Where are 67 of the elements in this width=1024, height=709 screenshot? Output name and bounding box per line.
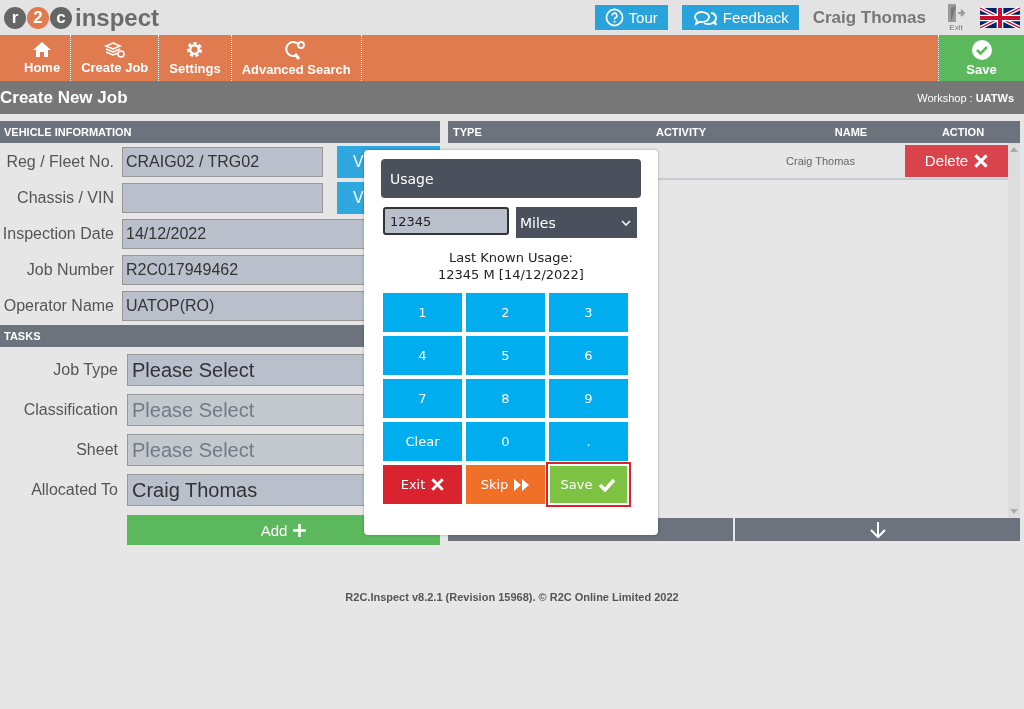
down-arrow-icon bbox=[867, 520, 888, 539]
field-label: Job Type bbox=[52, 361, 118, 379]
close-icon bbox=[974, 153, 989, 168]
field-label: Chassis / VIN bbox=[16, 189, 114, 207]
scrollbar[interactable] bbox=[1008, 143, 1020, 518]
exit-door-icon[interactable] bbox=[946, 3, 966, 23]
unit-select[interactable]: Miles bbox=[516, 207, 637, 238]
keypad-key[interactable]: . bbox=[549, 422, 628, 461]
gear-icon bbox=[185, 40, 205, 59]
keypad-key[interactable]: 8 bbox=[466, 379, 545, 418]
table-cell: Craig Thomas bbox=[786, 154, 855, 167]
search-icon bbox=[285, 39, 308, 60]
exit-label[interactable]: Exit bbox=[949, 23, 963, 32]
keypad-key[interactable]: 4 bbox=[383, 336, 462, 375]
last-known-usage: Last Known Usage: 12345 M [14/12/2022] bbox=[437, 249, 585, 283]
footer-text: R2C.Inspect v8.2.1 (Revision 15968). © R2C Online Limited 2022 bbox=[344, 591, 680, 603]
keypad-key[interactable]: 3 bbox=[549, 293, 628, 332]
feedback-button[interactable]: Feedback bbox=[681, 5, 799, 30]
logo-letter: r bbox=[4, 6, 26, 29]
close-icon bbox=[431, 478, 445, 491]
check-circle-icon bbox=[971, 39, 992, 60]
field-label: Classification bbox=[22, 401, 118, 419]
dialog-title: Usage bbox=[381, 159, 641, 198]
field-label: Reg / Fleet No. bbox=[5, 153, 114, 171]
scroll-down-icon[interactable] bbox=[1010, 509, 1018, 514]
input-field[interactable]: CRAIG02 / TRG02 bbox=[122, 147, 323, 177]
user-name: Craig Thomas bbox=[812, 7, 926, 28]
input-field[interactable] bbox=[122, 183, 323, 213]
keypad-key[interactable]: 5 bbox=[466, 336, 545, 375]
chevron-down-icon bbox=[621, 219, 631, 226]
check-icon bbox=[598, 477, 617, 492]
column-header: TYPE bbox=[452, 126, 483, 138]
keypad-key[interactable]: 1 bbox=[383, 293, 462, 332]
page-title: Create New Job bbox=[0, 87, 128, 108]
field-label: Operator Name bbox=[2, 297, 114, 315]
keypad-key[interactable]: 6 bbox=[549, 336, 628, 375]
field-label: Sheet bbox=[75, 441, 118, 459]
logo-letter: c bbox=[50, 6, 72, 29]
field-label: Inspection Date bbox=[1, 225, 114, 243]
tour-button[interactable]: Tour bbox=[594, 5, 668, 30]
save-button[interactable]: Save bbox=[938, 35, 1024, 81]
help-icon bbox=[604, 8, 624, 27]
scroll-up-icon[interactable] bbox=[1010, 147, 1018, 152]
fast-forward-icon bbox=[514, 478, 531, 491]
keypad-key[interactable]: 0 bbox=[466, 422, 545, 461]
keypad-key[interactable]: Clear bbox=[383, 422, 462, 461]
save-button[interactable]: Save bbox=[549, 465, 628, 504]
skip-button[interactable]: Skip bbox=[466, 465, 545, 504]
logo-word: inspect bbox=[75, 3, 160, 32]
logo-letter: 2 bbox=[27, 6, 49, 29]
delete-button[interactable]: Delete bbox=[905, 144, 1008, 177]
layers-icon bbox=[103, 41, 126, 58]
section-header: VEHICLE INFORMATION bbox=[0, 121, 440, 143]
column-header: ACTIVITY bbox=[654, 126, 708, 138]
exit-button[interactable]: Exit bbox=[383, 465, 462, 504]
column-header: ACTION bbox=[940, 126, 986, 138]
column-header: NAME bbox=[833, 126, 869, 138]
plus-icon bbox=[293, 523, 307, 537]
keypad-key[interactable]: 2 bbox=[466, 293, 545, 332]
keypad-key[interactable]: 7 bbox=[383, 379, 462, 418]
keypad-key[interactable]: 9 bbox=[549, 379, 628, 418]
home-icon bbox=[32, 41, 53, 58]
workshop-label: Workshop : UATWs bbox=[917, 91, 1014, 104]
field-label: Job Number bbox=[25, 261, 114, 279]
usage-input[interactable]: 12345 bbox=[383, 207, 509, 235]
field-label: Allocated To bbox=[30, 481, 118, 499]
move-down-button[interactable] bbox=[735, 518, 1020, 541]
